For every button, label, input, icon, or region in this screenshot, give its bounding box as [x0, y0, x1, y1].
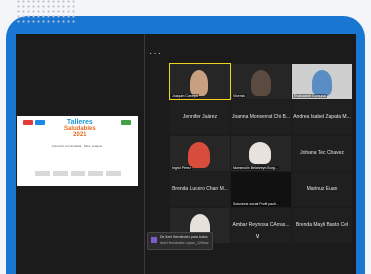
participant-name: Vicenta [232, 94, 246, 98]
participant-tile[interactable]: Nomenclín Belahreyn Burg... [231, 136, 291, 171]
participant-tile[interactable]: Joanna Monserrat Chi B... [231, 100, 291, 135]
participant-name: Soluciona social Profil paz#... [232, 202, 280, 206]
participant-name: Nomenclín Belahreyn Burg... [232, 166, 279, 170]
participant-video [190, 70, 208, 96]
participant-tile[interactable]: Jennifer Juárez [170, 100, 230, 135]
participant-video [251, 70, 271, 96]
participant-tile[interactable]: Soluciona social Profil paz#... [231, 172, 291, 207]
participant-name: Joanna Monserrat Chi B... [231, 114, 291, 120]
participant-name: Marinuz Euan [306, 186, 338, 192]
participant-tile[interactable]: Andrea Isabel Zapata M... [292, 100, 352, 135]
sponsor-strip [35, 171, 121, 176]
participant-tile[interactable]: Brenda Mayli Basto Cel [292, 208, 352, 243]
participant-name: Evaluación Comunal [293, 94, 328, 98]
participant-name: Johana Tec Chavez [300, 150, 344, 156]
participant-tile[interactable]: Marinuz Euan [292, 172, 352, 207]
participant-tile[interactable]: Joaquín Canepa [169, 63, 231, 100]
participant-name: Jennifer Juárez [182, 114, 218, 120]
participant-name: Ambar Reynosa CArras... [232, 222, 290, 228]
sponsor-logo [35, 120, 45, 125]
chat-notification[interactable]: De Itzel Hernández para todos Itzel Hern… [147, 232, 213, 250]
chat-icon [151, 237, 157, 243]
chat-sender: De Itzel Hernández para todos [160, 235, 208, 239]
event-logo: Talleres Saludables 2021 [64, 119, 96, 138]
shared-subtitle: Conexión Comunitaria · Mtra. Joaquín [51, 144, 103, 148]
participant-video [249, 142, 271, 164]
sponsor-logo [121, 120, 131, 125]
participant-name: Brenda Lucero Chan M... [172, 186, 228, 192]
chat-message: Itzel Hernández López_12Marz [160, 241, 209, 245]
panel-divider[interactable] [144, 34, 145, 274]
chevron-down-icon[interactable]: ∨ [255, 232, 260, 240]
participant-name: Ingrid Pérez [171, 166, 192, 170]
participant-tile[interactable]: Johana Tec Chavez [292, 136, 352, 171]
participant-video [188, 142, 210, 168]
participant-tile[interactable]: Vicenta [231, 64, 291, 99]
sponsor-logo [23, 120, 33, 125]
participant-tile[interactable]: Ingrid Pérez [170, 136, 230, 171]
participant-tile[interactable]: Ambar Reynosa CArras... [231, 208, 291, 243]
shared-screen-thumbnail[interactable]: Talleres Saludables 2021 Conexión Comuni… [17, 116, 138, 186]
participant-tile[interactable]: Brenda Lucero Chan M... [170, 172, 230, 207]
participant-name: Joaquín Canepa [171, 94, 199, 98]
more-options-icon[interactable]: ··· [149, 48, 162, 59]
participant-tile[interactable]: Evaluación Comunal [292, 64, 352, 99]
decorative-dots [16, 0, 76, 24]
participant-name: Andrea Isabel Zapata M... [293, 114, 351, 120]
participant-name: Brenda Mayli Basto Cel [295, 222, 349, 228]
participant-video [312, 70, 332, 96]
